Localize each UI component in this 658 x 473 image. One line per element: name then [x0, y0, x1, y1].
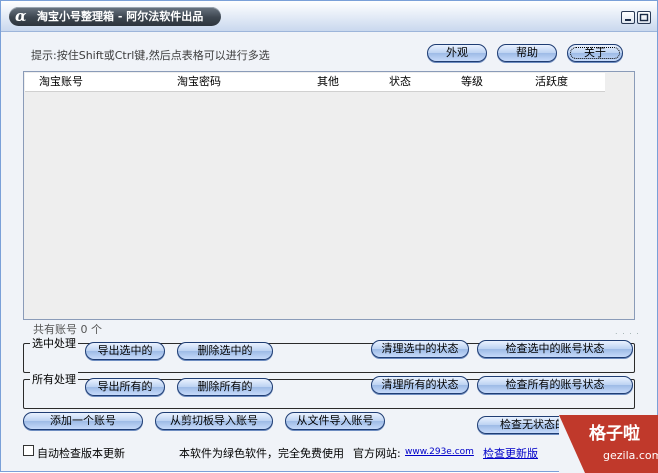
- export-selected-button[interactable]: 导出选中的: [85, 342, 165, 360]
- selected-group-label: 选中处理: [30, 335, 78, 351]
- free-software-notice: 本软件为绿色软件，完全免费使用: [179, 447, 344, 460]
- close-icon: [639, 13, 649, 22]
- about-button[interactable]: 关于: [567, 44, 623, 62]
- help-button[interactable]: 帮助: [497, 44, 557, 62]
- title-bar[interactable]: α 淘宝小号整理箱 - 阿尔法软件出品: [1, 1, 657, 32]
- multiselect-hint: 提示:按住Shift或Ctrl键,然后点表格可以进行多选: [31, 49, 270, 62]
- column-header-account[interactable]: 淘宝账号: [39, 73, 83, 91]
- delete-all-button[interactable]: 删除所有的: [177, 378, 273, 396]
- all-group-label: 所有处理: [30, 371, 78, 387]
- window-title: 淘宝小号整理箱 - 阿尔法软件出品: [37, 10, 204, 23]
- clear-selected-status-button[interactable]: 清理选中的状态: [371, 340, 469, 358]
- minimize-button[interactable]: [621, 11, 635, 24]
- export-all-button[interactable]: 导出所有的: [85, 378, 165, 396]
- official-site-label: 官方网站:: [353, 447, 401, 460]
- watermark-badge: 格子啦 gezila.com: [559, 415, 658, 473]
- accounts-table[interactable]: 淘宝账号 淘宝密码 其他 状态 等级 活跃度: [23, 71, 635, 320]
- add-account-button[interactable]: 添加一个账号: [23, 412, 143, 430]
- minimize-icon: [625, 19, 631, 21]
- column-header-password[interactable]: 淘宝密码: [177, 73, 221, 91]
- import-clipboard-button[interactable]: 从剪切板导入账号: [155, 412, 273, 430]
- check-update-link[interactable]: 检查更新版: [483, 445, 538, 461]
- watermark-en: gezila.com: [603, 449, 658, 462]
- close-button[interactable]: [637, 11, 651, 24]
- alpha-logo-icon: α: [15, 7, 27, 25]
- delete-selected-button[interactable]: 删除选中的: [177, 342, 273, 360]
- column-header-activity[interactable]: 活跃度: [535, 73, 568, 91]
- appearance-button[interactable]: 外观: [427, 44, 487, 62]
- auto-update-label[interactable]: 自动检查版本更新: [37, 445, 125, 461]
- auto-update-checkbox[interactable]: [23, 445, 34, 456]
- column-header-status[interactable]: 状态: [389, 73, 411, 91]
- watermark-cn: 格子啦: [589, 424, 640, 444]
- resize-grip-icon: . . . .: [615, 327, 640, 336]
- main-window: α 淘宝小号整理箱 - 阿尔法软件出品 提示:按住Shift或Ctrl键,然后点…: [0, 0, 658, 473]
- official-site-link[interactable]: www.293e.com: [405, 447, 474, 457]
- clear-all-status-button[interactable]: 清理所有的状态: [371, 376, 469, 394]
- check-selected-status-button[interactable]: 检查选中的账号状态: [477, 340, 633, 358]
- column-header-level[interactable]: 等级: [461, 73, 483, 91]
- title-pill: α 淘宝小号整理箱 - 阿尔法软件出品: [9, 7, 221, 26]
- watermark-fold: [559, 415, 585, 473]
- column-header-other[interactable]: 其他: [317, 73, 339, 91]
- import-file-button[interactable]: 从文件导入账号: [285, 412, 385, 430]
- check-all-status-button[interactable]: 检查所有的账号状态: [477, 376, 633, 394]
- table-header: 淘宝账号 淘宝密码 其他 状态 等级 活跃度: [25, 73, 605, 92]
